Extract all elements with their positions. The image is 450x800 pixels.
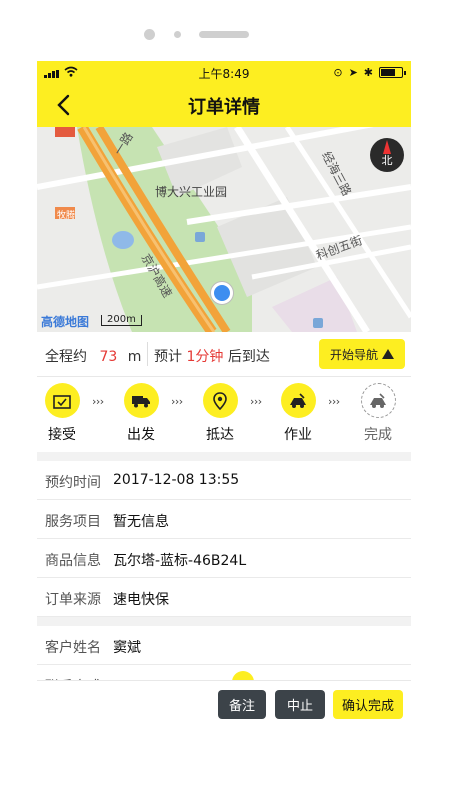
customer-row-name: 客户姓名 窦斌: [37, 626, 411, 665]
action-bar: 备注 中止 确认完成: [37, 680, 411, 727]
route-map[interactable]: 一路 博大兴工业园 京沪高速 经海三路 科创五街 牧腾 北 高德地图 200m: [37, 127, 411, 332]
note-button[interactable]: 备注: [218, 690, 266, 719]
location-arrow-icon: ➤: [348, 66, 358, 79]
status-right: ⊙ ➤ ✱: [333, 66, 406, 79]
eta-label: 预计: [154, 349, 182, 365]
route-eta: 预计 1分钟 后到达: [154, 346, 270, 366]
order-row-source: 订单来源 速电快保: [37, 578, 411, 617]
rotation-lock-icon: ⊙: [333, 66, 343, 79]
row-key: 订单来源: [45, 592, 101, 608]
complete-icon: [360, 383, 396, 418]
earpiece-speaker: [199, 31, 249, 38]
accept-icon: [44, 383, 80, 418]
confirm-complete-button[interactable]: 确认完成: [333, 690, 403, 719]
bluetooth-icon: ✱: [363, 66, 373, 79]
order-row-service: 服务项目 暂无信息: [37, 500, 411, 539]
eta-value: 1分钟: [186, 349, 224, 365]
row-value: 2017-12-08 13:55: [113, 472, 240, 488]
step-label: 作业: [284, 427, 312, 443]
app-screen: 上午8:49 ⊙ ➤ ✱ 订单详情 一路 博大兴工业园 京沪高速 经海三路 科创…: [37, 61, 411, 727]
row-key: 商品信息: [45, 553, 101, 569]
map-label-poi: 博大兴工业园: [155, 185, 228, 199]
status-bar: 上午8:49 ⊙ ➤ ✱: [37, 61, 411, 83]
row-value: 速电快保: [113, 592, 169, 608]
order-progress: 接受 › › › 出发 › › › 抵达 › › › 作业 › › › 完成: [37, 377, 411, 452]
row-key: 服务项目: [45, 514, 101, 530]
distance-label: 全程约: [45, 349, 87, 365]
start-navigation-button[interactable]: 开始导航: [319, 339, 405, 369]
step-accept: 接受: [37, 383, 92, 444]
step-label: 出发: [127, 427, 155, 443]
back-arrow-icon[interactable]: [51, 91, 79, 119]
step-complete: 完成: [348, 383, 408, 444]
row-key: 预约时间: [45, 475, 101, 491]
step-work: 作业: [268, 383, 328, 444]
row-key: 客户姓名: [45, 640, 101, 656]
battery-icon: [379, 67, 406, 78]
compass-icon[interactable]: 北: [370, 138, 404, 172]
nav-bar: 订单详情: [37, 83, 411, 127]
step-connector: › › ›: [92, 395, 104, 408]
route-summary: 全程约 73 m 预计 1分钟 后到达 开始导航: [37, 332, 411, 377]
start-navigation-label: 开始导航: [329, 347, 378, 362]
location-pin-icon: [202, 383, 238, 418]
abort-button[interactable]: 中止: [275, 690, 325, 719]
order-info-list: 预约时间 2017-12-08 13:55 服务项目 暂无信息 商品信息 瓦尔塔…: [37, 461, 411, 617]
sensor-dot: [174, 31, 181, 38]
step-connector: › › ›: [250, 395, 262, 408]
step-connector: › › ›: [171, 395, 183, 408]
distance-unit: m: [127, 349, 142, 365]
map-provider-logo: 高德地图: [41, 315, 90, 329]
map-label-corner-poi: 牧腾: [57, 211, 76, 221]
order-row-appointment-time: 预约时间 2017-12-08 13:55: [37, 461, 411, 500]
map-scale: 200m: [101, 315, 142, 326]
order-row-product: 商品信息 瓦尔塔-蓝标-46B24L: [37, 539, 411, 578]
route-divider: [147, 342, 148, 366]
step-arrive: 抵达: [190, 383, 250, 444]
top-bar: 上午8:49 ⊙ ➤ ✱ 订单详情: [37, 61, 411, 127]
navigate-arrow-icon: [382, 349, 394, 359]
step-label: 抵达: [206, 427, 234, 443]
current-location-dot: [211, 282, 233, 304]
row-value: 暂无信息: [113, 514, 169, 530]
row-value: 窦斌: [113, 640, 141, 656]
step-connector: › › ›: [328, 395, 340, 408]
eta-suffix: 后到达: [227, 349, 270, 365]
truck-icon: [123, 383, 159, 418]
distance-value: 73: [99, 349, 118, 365]
work-icon: [280, 383, 316, 418]
step-label: 接受: [48, 427, 76, 443]
step-label: 完成: [364, 427, 392, 443]
row-value: 瓦尔塔-蓝标-46B24L: [113, 553, 247, 569]
route-distance: 全程约 73 m: [45, 346, 141, 366]
page-title: 订单详情: [188, 97, 260, 118]
front-camera: [144, 29, 155, 40]
step-depart: 出发: [111, 383, 171, 444]
